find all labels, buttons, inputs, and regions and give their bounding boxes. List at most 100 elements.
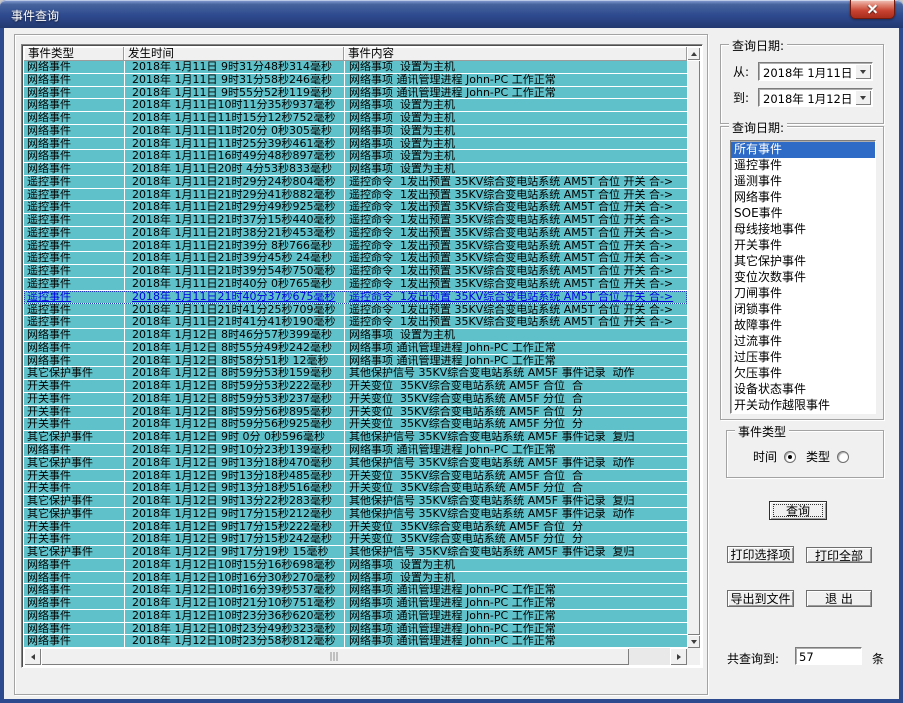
table-row[interactable]: 网络事件2018年 1月11日20时 4分53秒833毫秒网络事项 设置为主机 [24, 163, 687, 176]
table-row[interactable]: 遥控事件2018年 1月11日21时40分 0秒765毫秒遥控命令 1发出预置 … [24, 278, 687, 291]
filter-list-item[interactable]: 欠压事件 [731, 366, 875, 382]
radio-type-button[interactable] [837, 451, 849, 463]
table-row[interactable]: 其它保护事件2018年 1月12日 9时17分19秒 15毫秒其他保护信号 35… [24, 546, 687, 559]
scroll-left-icon [31, 654, 35, 660]
table-body[interactable]: 网络事件2018年 1月11日 9时31分48秒314毫秒网络事项 设置为主机网… [24, 61, 687, 648]
filter-list-item[interactable]: 故障事件 [731, 318, 875, 334]
table-row[interactable]: 网络事件2018年 1月11日11时15分12秒752毫秒网络事项 设置为主机 [24, 112, 687, 125]
table-row[interactable]: 网络事件2018年 1月11日16时49分48秒897毫秒网络事项 设置为主机 [24, 150, 687, 163]
table-row[interactable]: 网络事件2018年 1月11日11时20分 0秒305毫秒网络事项 设置为主机 [24, 125, 687, 138]
table-row[interactable]: 遥控事件2018年 1月11日21时41分25秒709毫秒遥控命令 1发出预置 … [24, 304, 687, 317]
table-row[interactable]: 开关事件2018年 1月12日 9时17分15秒222毫秒开关变位 35KV综合… [24, 521, 687, 534]
to-date-dropdown-button[interactable] [855, 90, 871, 105]
table-row[interactable]: 其它保护事件2018年 1月12日 9时17分15秒212毫秒其他保护信号 35… [24, 508, 687, 521]
table-row[interactable]: 网络事件2018年 1月12日10时15分16秒698毫秒网络事项 设置为主机 [24, 559, 687, 572]
table-row[interactable]: 网络事件2018年 1月12日10时16分39秒537毫秒网络事项 通讯管理进程… [24, 584, 687, 597]
filter-list-item[interactable]: 过压事件 [731, 350, 875, 366]
event-filter-listbox[interactable]: 所有事件遥控事件遥测事件网络事件SOE事件母线接地事件开关事件其它保护事件变位次… [730, 140, 876, 414]
table-row[interactable]: 遥控事件2018年 1月11日21时29分24秒804毫秒遥控命令 1发出预置 … [24, 176, 687, 189]
table-row[interactable]: 开关事件2018年 1月12日 8时59分56秒895毫秒开关变位 35KV综合… [24, 406, 687, 419]
table-cell: 其它保护事件 [24, 495, 124, 507]
filter-list-item[interactable]: SOE事件 [731, 206, 875, 222]
vertical-scrollbar[interactable] [687, 47, 700, 648]
table-row[interactable]: 网络事件2018年 1月12日 9时10分23秒139毫秒网络事项 通讯管理进程… [24, 444, 687, 457]
table-row[interactable]: 开关事件2018年 1月12日 9时13分18秒516毫秒开关变位 35KV综合… [24, 482, 687, 495]
table-row[interactable]: 开关事件2018年 1月12日 8时59分53秒222毫秒开关变位 35KV综合… [24, 380, 687, 393]
table-row[interactable]: 网络事件2018年 1月12日10时16分30秒270毫秒网络事项 设置为主机 [24, 572, 687, 585]
filter-list-item[interactable]: 遥控事件 [731, 158, 875, 174]
table-row[interactable]: 网络事件2018年 1月11日 9时31分48秒314毫秒网络事项 设置为主机 [24, 61, 687, 74]
filter-list-item[interactable]: 闭锁事件 [731, 302, 875, 318]
scroll-down-button[interactable] [687, 635, 700, 648]
horizontal-scrollbar-thumb[interactable] [41, 648, 629, 665]
table-row[interactable]: 开关事件2018年 1月12日 8时59分53秒237毫秒开关变位 35KV综合… [24, 393, 687, 406]
table-row[interactable]: 网络事件2018年 1月11日10时11分35秒937毫秒网络事项 设置为主机 [24, 99, 687, 112]
table-row[interactable]: 网络事件2018年 1月12日 8时58分51秒 12毫秒网络事项 通讯管理进程… [24, 355, 687, 368]
table-row[interactable]: 网络事件2018年 1月11日 9时31分58秒246毫秒网络事项 通讯管理进程… [24, 74, 687, 87]
titlebar[interactable]: 事件查询 [0, 0, 903, 28]
scroll-right-button[interactable] [670, 648, 687, 665]
table-cell: 遥控事件 [24, 265, 124, 277]
table-row[interactable]: 网络事件2018年 1月11日 9时55分52秒119毫秒网络事项 通讯管理进程… [24, 87, 687, 100]
table-row[interactable]: 网络事件2018年 1月12日10时23分58秒812毫秒网络事项 通讯管理进程… [24, 635, 687, 648]
print-all-button[interactable]: 打印全部 [806, 547, 872, 563]
table-row[interactable]: 其它保护事件2018年 1月12日 9时13分18秒470毫秒其他保护信号 35… [24, 457, 687, 470]
table-row[interactable]: 遥控事件2018年 1月11日21时29分49秒925毫秒遥控命令 1发出预置 … [24, 201, 687, 214]
radio-option-type[interactable]: 类型 [806, 448, 849, 465]
vertical-scrollbar-thumb[interactable] [687, 60, 700, 635]
table-row[interactable]: 网络事件2018年 1月12日10时23分36秒620毫秒网络事项 通讯管理进程… [24, 610, 687, 623]
filter-list-item[interactable]: 变位次数事件 [731, 270, 875, 286]
radio-time-button[interactable] [784, 451, 796, 463]
filter-list-item[interactable]: 过流事件 [731, 334, 875, 350]
filter-list-item[interactable]: 设备状态事件 [731, 382, 875, 398]
table-row[interactable]: 遥控事件2018年 1月11日21时39分 8秒766毫秒遥控命令 1发出预置 … [24, 240, 687, 253]
table-row[interactable]: 遥控事件2018年 1月11日21时37分15秒440毫秒遥控命令 1发出预置 … [24, 214, 687, 227]
scroll-left-button[interactable] [24, 648, 41, 665]
table-cell: 网络事项 设置为主机 [344, 99, 687, 111]
from-date-picker[interactable]: 2018年 1月11日 [758, 62, 873, 81]
filter-list-item[interactable]: 所有事件 [731, 142, 875, 158]
table-cell: 遥控事件 [24, 304, 124, 316]
column-header-time[interactable]: 发生时间 [124, 47, 344, 61]
filter-list-item[interactable]: 网络事件 [731, 190, 875, 206]
table-cell: 网络事项 设置为主机 [344, 163, 687, 175]
table-row[interactable]: 遥控事件2018年 1月11日21时39分45秒 24毫秒遥控命令 1发出预置 … [24, 252, 687, 265]
table-cell: 网络事项 通讯管理进程 John-PC 工作正常 [344, 74, 687, 86]
table-row[interactable]: 遥控事件2018年 1月11日21时29分41秒882毫秒遥控命令 1发出预置 … [24, 189, 687, 202]
filter-list-item[interactable]: 遥测事件 [731, 174, 875, 190]
filter-list-item[interactable]: 母线接地事件 [731, 222, 875, 238]
table-row[interactable]: 遥控事件2018年 1月11日21时40分37秒675毫秒遥控命令 1发出预置 … [24, 291, 687, 304]
export-file-button[interactable]: 导出到文件 [727, 590, 794, 607]
table-row[interactable]: 开关事件2018年 1月12日 9时13分18秒485毫秒开关变位 35KV综合… [24, 470, 687, 483]
table-row[interactable]: 网络事件2018年 1月12日 8时46分57秒399毫秒网络事项 设置为主机 [24, 329, 687, 342]
to-date-picker[interactable]: 2018年 1月12日 [758, 88, 873, 107]
from-date-dropdown-button[interactable] [855, 64, 871, 79]
scroll-up-button[interactable] [687, 47, 700, 60]
table-row[interactable]: 开关事件2018年 1月12日 9时17分15秒242毫秒开关变位 35KV综合… [24, 533, 687, 546]
query-button[interactable]: 查询 [769, 501, 827, 520]
table-cell: 网络事项 通讯管理进程 John-PC 工作正常 [344, 597, 687, 609]
table-row[interactable]: 网络事件2018年 1月11日11时25分39秒461毫秒网络事项 设置为主机 [24, 138, 687, 151]
table-row[interactable]: 其它保护事件2018年 1月12日 9时 0分 0秒596毫秒其他保护信号 35… [24, 431, 687, 444]
table-row[interactable]: 其它保护事件2018年 1月12日 8时59分53秒159毫秒其他保护信号 35… [24, 367, 687, 380]
filter-list-item[interactable]: 刀闸事件 [731, 286, 875, 302]
table-row[interactable]: 遥控事件2018年 1月11日21时39分54秒750毫秒遥控命令 1发出预置 … [24, 265, 687, 278]
filter-list-item[interactable]: 开关动作越限事件 [731, 398, 875, 414]
close-button[interactable] [850, 0, 895, 19]
filter-list-item[interactable]: 其它保护事件 [731, 254, 875, 270]
column-header-event-type[interactable]: 事件类型 [24, 47, 124, 61]
table-cell: 2018年 1月11日21时40分37秒675毫秒 [124, 291, 344, 303]
table-row[interactable]: 网络事件2018年 1月12日10时21分10秒751毫秒网络事项 通讯管理进程… [24, 597, 687, 610]
table-row[interactable]: 遥控事件2018年 1月11日21时41分41秒190毫秒遥控命令 1发出预置 … [24, 316, 687, 329]
exit-button[interactable]: 退 出 [806, 590, 872, 607]
table-row[interactable]: 遥控事件2018年 1月11日21时38分21秒453毫秒遥控命令 1发出预置 … [24, 227, 687, 240]
radio-option-time[interactable]: 时间 [753, 448, 796, 465]
table-row[interactable]: 开关事件2018年 1月12日 8时59分56秒925毫秒开关变位 35KV综合… [24, 418, 687, 431]
horizontal-scrollbar[interactable] [24, 648, 687, 665]
column-header-content[interactable]: 事件内容 [344, 47, 687, 61]
table-row[interactable]: 网络事件2018年 1月12日10时23分49秒323毫秒网络事项 通讯管理进程… [24, 623, 687, 636]
table-row[interactable]: 网络事件2018年 1月12日 8时55分49秒242毫秒网络事项 通讯管理进程… [24, 342, 687, 355]
filter-list-item[interactable]: 开关事件 [731, 238, 875, 254]
print-selected-button[interactable]: 打印选择项 [727, 546, 794, 563]
table-row[interactable]: 其它保护事件2018年 1月12日 9时13分22秒283毫秒其他保护信号 35… [24, 495, 687, 508]
